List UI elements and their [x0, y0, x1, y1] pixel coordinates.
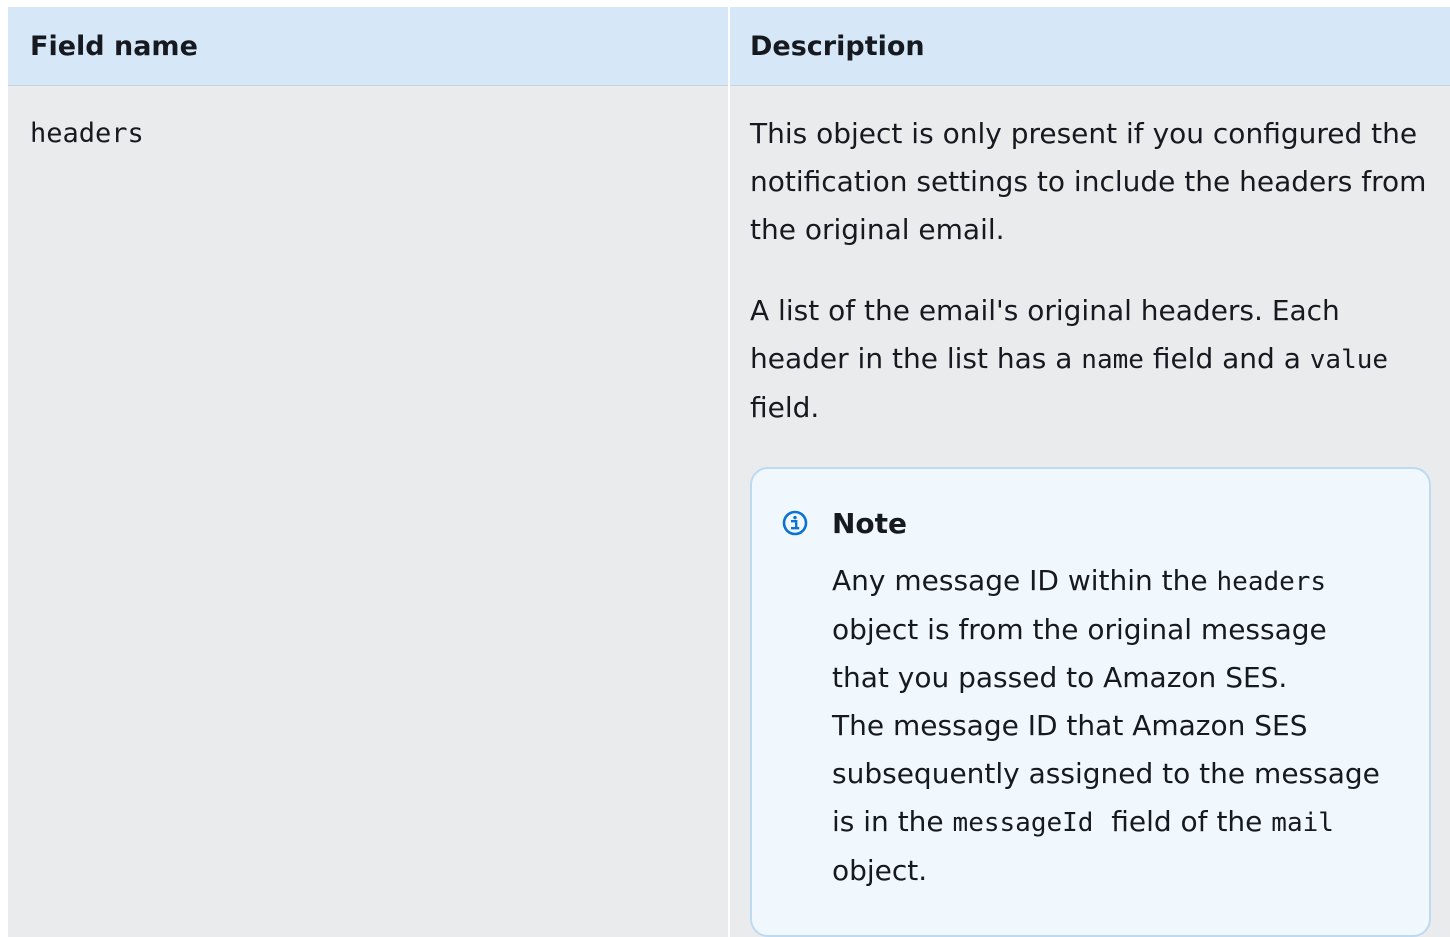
description-paragraph-1: This object is only present if you confi… [750, 117, 1427, 246]
paragraph-text: field. [750, 391, 820, 424]
field-name-cell: headers [8, 85, 729, 937]
fields-table: Field name Description headers This obje… [8, 7, 1450, 937]
description-cell: This object is only present if you confi… [728, 85, 1450, 937]
table-header-row: Field name Description [8, 7, 1450, 86]
note-text: Any message ID within the [832, 564, 1217, 597]
code-value: value [1309, 345, 1389, 375]
description-paragraph-2: A list of the email's original headers. … [750, 287, 1430, 432]
note-title: Note [832, 506, 908, 540]
field-name-column-header: Field name [8, 7, 729, 86]
note-body: Any message ID within the headers object… [832, 557, 1389, 895]
paragraph-text: field and a [1143, 342, 1310, 375]
description-column-header: Description [728, 7, 1450, 86]
code-name: name [1081, 345, 1144, 375]
code-headers: headers [1216, 567, 1327, 597]
code-mail: mail [1271, 808, 1334, 838]
field-name-code: headers [30, 118, 144, 149]
note-callout: Note Any message ID within the headers o… [750, 467, 1431, 937]
note-text: object is from the original message that… [832, 613, 1327, 694]
info-icon [782, 510, 808, 536]
note-text: field of the [1093, 805, 1272, 838]
note-paragraph-1: Any message ID within the headers object… [832, 557, 1389, 702]
note-header: Note [782, 501, 1389, 545]
table-row: headers This object is only present if y… [8, 85, 1450, 937]
document-page: Field name Description headers This obje… [0, 0, 1450, 937]
note-paragraph-2: The message ID that Amazon SES subsequen… [832, 702, 1389, 895]
code-messageId: messageId [952, 808, 1094, 838]
note-text: object. [832, 854, 928, 887]
